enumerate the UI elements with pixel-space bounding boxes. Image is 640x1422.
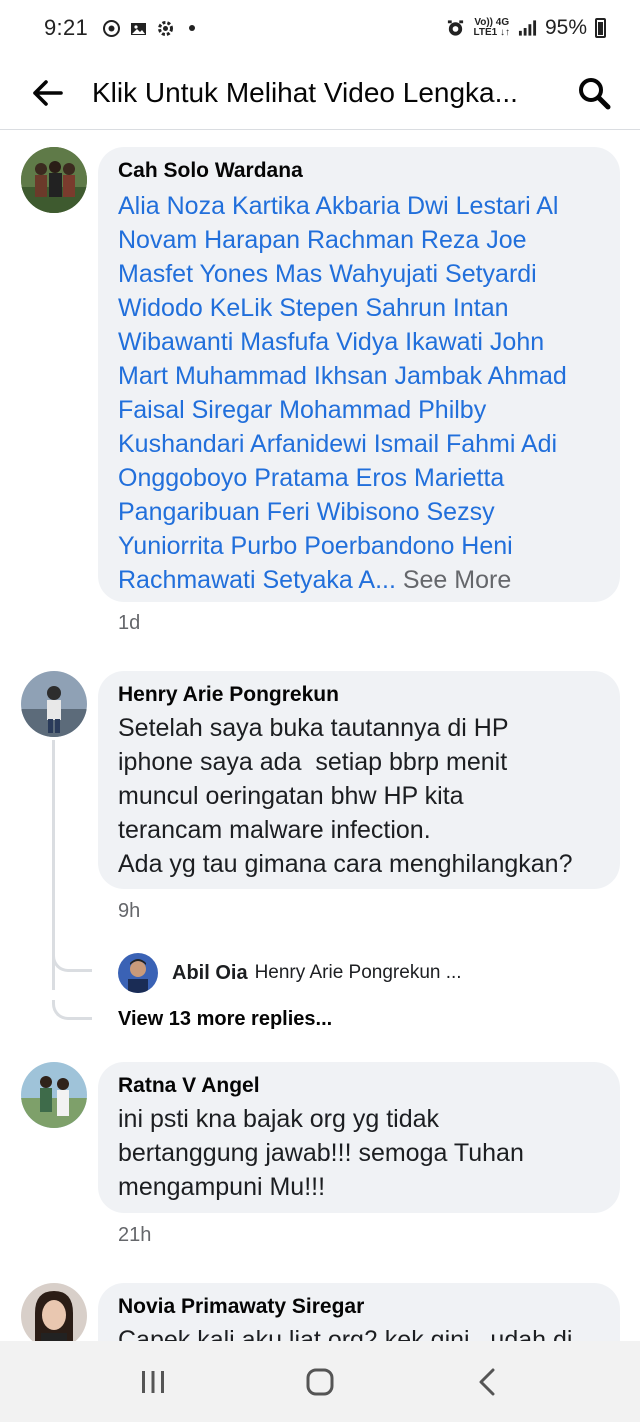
comment-bubble[interactable]: Henry Arie Pongrekun Setelah saya buka t… — [98, 671, 620, 889]
comment-author[interactable]: Novia Primawaty Siregar — [118, 1293, 600, 1321]
comment-tags: Alia Noza Kartika Akbaria Dwi Lestari Al… — [118, 189, 600, 597]
notification-dot-icon — [189, 25, 196, 31]
see-more-link[interactable]: See More — [396, 566, 511, 594]
home-button[interactable] — [280, 1352, 360, 1412]
alarm-icon — [446, 19, 465, 38]
arrow-left-icon — [33, 79, 63, 106]
reply-avatar[interactable] — [118, 953, 158, 993]
comment-text-line: mengampuni Mu!!! — [118, 1173, 326, 1201]
avatar[interactable] — [21, 671, 87, 737]
back-button[interactable] — [18, 63, 78, 123]
home-icon — [306, 1368, 334, 1395]
avatar[interactable] — [21, 147, 87, 213]
thread-connector — [52, 1000, 92, 1020]
comment-text: Setelah saya buka tautannya di HP iphone… — [118, 711, 600, 881]
comment-text-line: Setelah saya buka tautannya di HP — [118, 714, 509, 742]
avatar[interactable] — [21, 1062, 87, 1128]
comment-time: 21h — [118, 1224, 152, 1246]
comment-text-line: muncul oeringatan bhw HP kita — [118, 782, 464, 810]
comment-bubble[interactable]: Ratna V Angel ini psti kna bajak org yg … — [98, 1062, 620, 1213]
comment-author[interactable]: Cah Solo Wardana — [118, 157, 600, 185]
nav-back-button[interactable] — [447, 1352, 527, 1412]
comment-text-line: terancam malware infection. — [118, 816, 431, 844]
settings-gear-icon — [156, 19, 175, 38]
thread-connector — [52, 952, 92, 972]
comment-text-line: iphone saya ada setiap bbrp menit — [118, 748, 508, 776]
gallery-icon — [129, 19, 148, 38]
comment-bubble[interactable]: Cah Solo Wardana Alia Noza Kartika Akbar… — [98, 147, 620, 602]
comment-author[interactable]: Henry Arie Pongrekun — [118, 681, 600, 709]
avatar[interactable] — [21, 1283, 87, 1349]
tagged-names[interactable]: Alia Noza Kartika Akbaria Dwi Lestari Al… — [118, 192, 567, 594]
comment-text-line: ini psti kna bajak org yg tidak — [118, 1105, 440, 1133]
status-bar: 9:21 Vo)) 4G LTE1 ↓↑ 95% — [0, 0, 640, 56]
network-indicator: Vo)) 4G LTE1 ↓↑ — [473, 17, 510, 38]
battery-percent: 95% — [544, 16, 587, 39]
reply-preview-row[interactable]: Abil Oia Henry Arie Pongrekun ... — [118, 953, 462, 993]
comment-author[interactable]: Ratna V Angel — [118, 1072, 600, 1100]
view-more-replies-link[interactable]: View 13 more replies... — [118, 1008, 332, 1031]
page-title: Klik Untuk Melihat Video Lengka... — [92, 76, 518, 108]
system-nav-bar — [0, 1341, 640, 1422]
recents-icon — [142, 1370, 165, 1393]
chat-bubble-icon — [102, 19, 121, 38]
reply-preview-text: Henry Arie Pongrekun ... — [254, 962, 462, 983]
comment-text-line: bertanggung jawab!!! semoga Tuhan — [118, 1139, 524, 1167]
recents-button[interactable] — [113, 1352, 193, 1412]
comment-text: ini psti kna bajak org yg tidak bertangg… — [118, 1102, 600, 1204]
comment-text-line: Ada yg tau gimana cara menghilangkan? — [118, 850, 573, 878]
comment-time: 1d — [118, 612, 141, 634]
search-icon — [579, 77, 611, 109]
status-time: 9:21 — [44, 15, 89, 40]
app-bar: Klik Untuk Melihat Video Lengka... — [0, 56, 640, 130]
signal-bars-icon — [518, 19, 537, 38]
comment-time: 9h — [118, 900, 141, 922]
battery-icon — [595, 18, 606, 38]
chevron-left-icon — [479, 1368, 495, 1395]
search-button[interactable] — [566, 65, 622, 121]
reply-author[interactable]: Abil Oia — [172, 962, 248, 985]
